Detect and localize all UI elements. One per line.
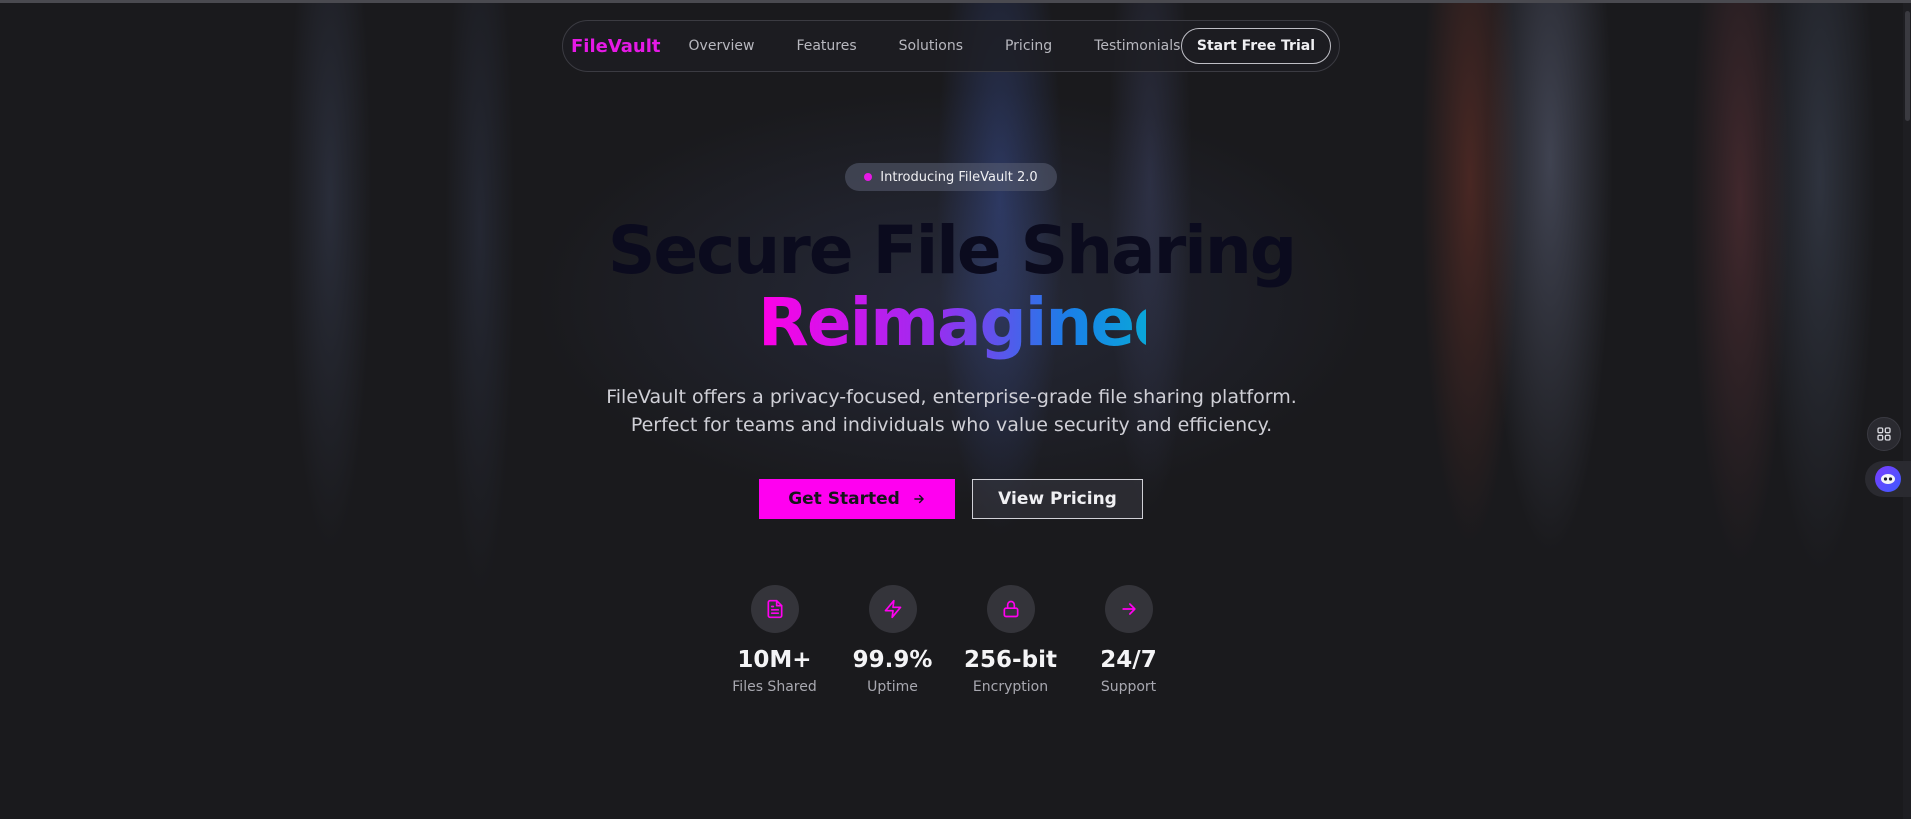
announcement-badge[interactable]: Introducing FileVault 2.0 xyxy=(845,163,1057,191)
nav-link-testimonials[interactable]: Testimonials xyxy=(1094,38,1180,54)
stat-value: 24/7 xyxy=(1100,647,1157,673)
stat-label: Uptime xyxy=(867,679,918,695)
lock-icon xyxy=(986,585,1035,633)
grid-icon xyxy=(1877,427,1891,441)
stat-support: 24/7 Support xyxy=(1070,585,1188,695)
hero-description-line-2: Perfect for teams and individuals who va… xyxy=(630,414,1273,436)
stat-label: Support xyxy=(1100,679,1157,695)
arrow-right-icon xyxy=(914,494,924,504)
file-icon xyxy=(750,585,799,633)
stat-value: 256-bit xyxy=(964,647,1057,673)
stat-uptime: 99.9% Uptime xyxy=(834,585,952,695)
nav-link-solutions[interactable]: Solutions xyxy=(899,38,963,54)
stat-encryption: 256-bit Encryption xyxy=(952,585,1070,695)
nav-link-features[interactable]: Features xyxy=(796,38,856,54)
nav-link-pricing[interactable]: Pricing xyxy=(1005,38,1052,54)
headline-line-2: Reimagined xyxy=(758,284,1180,361)
apps-grid-widget[interactable] xyxy=(1867,417,1901,451)
badge-text: Introducing FileVault 2.0 xyxy=(880,169,1038,185)
get-started-button[interactable]: Get Started xyxy=(759,479,955,519)
stat-label: Files Shared xyxy=(732,679,817,695)
cta-row: Get Started View Pricing xyxy=(759,479,1143,519)
brand-logo[interactable]: FileVault xyxy=(571,36,661,57)
hero-description-line-1: FileVault offers a privacy-focused, ente… xyxy=(606,386,1297,408)
stats-row: 10M+ Files Shared 99.9% Uptime 256-bit E… xyxy=(0,585,1903,695)
lightning-icon xyxy=(868,585,917,633)
start-free-trial-button[interactable]: Start Free Trial xyxy=(1180,28,1331,64)
assistant-widget[interactable] xyxy=(1865,461,1911,497)
headline-line-1: Secure File Sharing xyxy=(607,212,1297,289)
assistant-bot-icon xyxy=(1875,466,1901,492)
stat-value: 10M+ xyxy=(737,647,812,673)
nav-links: Overview Features Solutions Pricing Test… xyxy=(689,38,1181,54)
arrow-right-icon xyxy=(1104,585,1153,633)
view-pricing-button[interactable]: View Pricing xyxy=(972,479,1143,519)
get-started-label: Get Started xyxy=(788,489,900,509)
stat-label: Encryption xyxy=(972,679,1049,695)
hero-description: FileVault offers a privacy-focused, ente… xyxy=(0,383,1903,439)
badge-dot-icon xyxy=(864,173,873,181)
navbar: FileVault Overview Features Solutions Pr… xyxy=(562,20,1340,72)
stat-files-shared: 10M+ Files Shared xyxy=(716,585,834,695)
scrollbar-thumb[interactable] xyxy=(1905,11,1910,121)
top-border xyxy=(0,0,1911,3)
nav-link-overview[interactable]: Overview xyxy=(689,38,755,54)
scrollbar[interactable] xyxy=(1903,3,1911,819)
stat-value: 99.9% xyxy=(852,647,933,673)
